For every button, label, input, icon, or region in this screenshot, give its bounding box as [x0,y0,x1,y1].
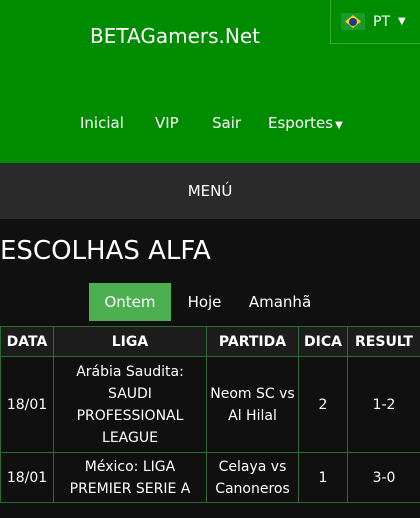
column-header-dica: DICA [298,326,348,357]
page-title: ESCOLHAS ALFA [0,236,211,266]
tab-ontem[interactable]: Ontem [89,283,171,321]
brazil-flag-icon [341,13,365,30]
column-header-data: DATA [0,326,54,357]
nav-item-esportes-label: Esportes [268,114,334,132]
menu-toggle[interactable]: MENÚ [0,163,420,219]
main-nav: Inicial VIP Sair Esportes ▼ [0,114,420,134]
cell-data: 18/01 [0,452,54,503]
table-header-row: DATA LIGA PARTIDA DICA RESULT [0,326,420,357]
caret-down-icon: ▼ [335,120,343,131]
cell-partida: Celaya vs Canoneros [206,452,299,503]
site-title[interactable]: BETAGamers.Net [90,24,260,48]
chevron-down-icon: ▼ [398,16,406,27]
cell-data: 18/01 [0,356,54,453]
cell-liga: México: LIGA PREMIER SERIE A [53,452,207,503]
column-header-partida: PARTIDA [206,326,299,357]
cell-result: 3-0 [347,452,420,503]
day-tabs: Ontem Hoje Amanhã [89,283,322,321]
cell-liga: Arábia Saudita: SAUDI PROFESSIONAL LEAGU… [53,356,207,453]
cell-partida: Neom SC vs Al Hilal [206,356,299,453]
column-header-liga: LIGA [53,326,207,357]
tab-hoje[interactable]: Hoje [171,283,238,321]
nav-item-vip[interactable]: VIP [155,114,179,132]
nav-item-sair[interactable]: Sair [212,114,241,132]
tab-amanha[interactable]: Amanhã [238,283,322,321]
language-selector[interactable]: PT ▼ [330,0,420,44]
menu-label: MENÚ [187,182,233,200]
nav-item-esportes[interactable]: Esportes ▼ [268,114,343,132]
table-row: 18/01 Arábia Saudita: SAUDI PROFESSIONAL… [0,356,420,453]
picks-table: DATA LIGA PARTIDA DICA RESULT 18/01 Aráb… [0,326,420,503]
cell-dica: 2 [298,356,348,453]
table-row: 18/01 México: LIGA PREMIER SERIE A Celay… [0,452,420,503]
language-label: PT [373,13,390,30]
column-header-result: RESULT [347,326,420,357]
nav-item-inicial[interactable]: Inicial [80,114,124,132]
cell-dica: 1 [298,452,348,503]
cell-result: 1-2 [347,356,420,453]
site-header: BETAGamers.Net PT ▼ Inicial VIP Sair Esp… [0,0,420,163]
